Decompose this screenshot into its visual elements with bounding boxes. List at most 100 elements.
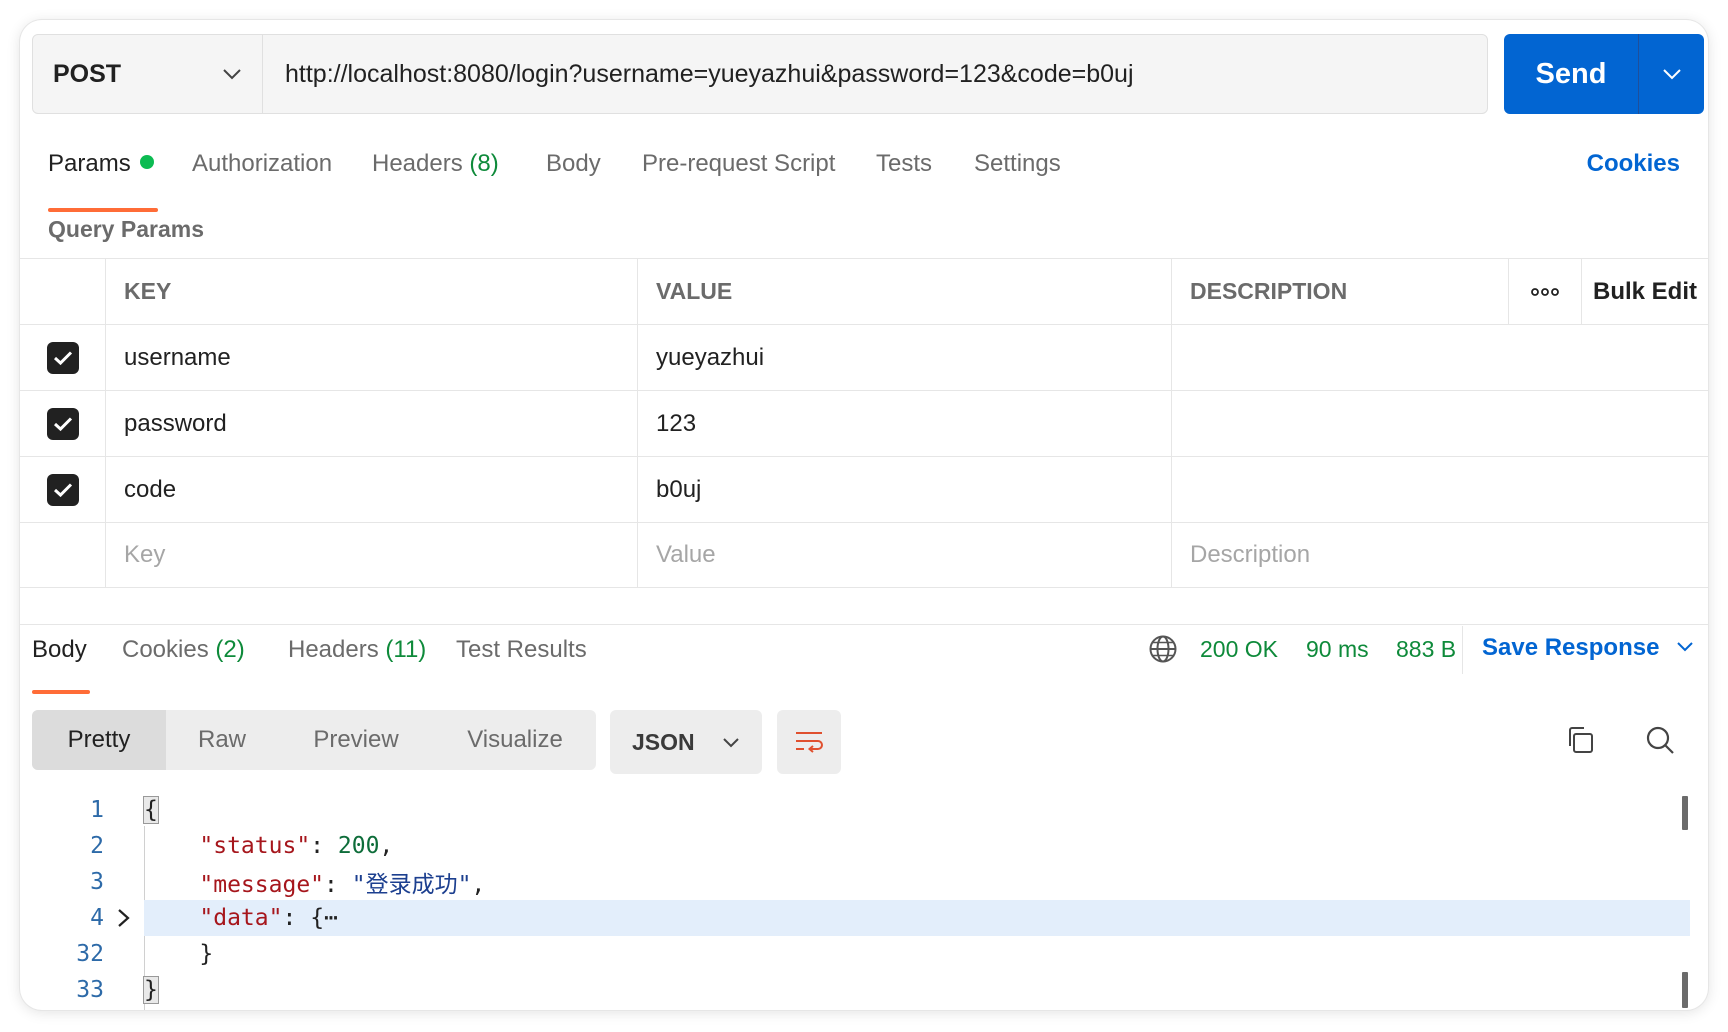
param-description[interactable] — [1172, 391, 1708, 456]
response-time[interactable]: 90 ms — [1306, 636, 1369, 663]
tab-pre-request-script[interactable]: Pre-request Script — [642, 150, 835, 178]
code-line-highlighted[interactable]: 4 "data": {⋯ — [20, 900, 1708, 936]
param-description[interactable] — [1172, 325, 1708, 390]
send-button[interactable]: Send — [1504, 34, 1638, 114]
chevron-down-icon — [723, 737, 739, 747]
method-label: POST — [53, 59, 122, 88]
column-header-value: VALUE — [638, 259, 1172, 324]
scrollbar-thumb-top[interactable] — [1682, 796, 1688, 830]
tab-body[interactable]: Body — [546, 150, 601, 178]
view-preview[interactable]: Preview — [278, 710, 434, 770]
code-text: } — [144, 941, 213, 967]
method-select[interactable]: POST — [33, 35, 263, 113]
new-value-input[interactable]: Value — [638, 523, 1172, 587]
save-response-label: Save Response — [1482, 634, 1660, 661]
code-line: 32 } — [20, 936, 1708, 972]
scrollbar-thumb-bottom[interactable] — [1682, 972, 1688, 1008]
search-button[interactable] — [1644, 724, 1676, 761]
globe-icon[interactable] — [1148, 634, 1178, 664]
tab-authorization[interactable]: Authorization — [192, 150, 332, 178]
code-line: 3 "message": "登录成功", — [20, 864, 1708, 900]
table-row: username yueyazhui — [20, 324, 1708, 390]
line-number: 33 — [76, 977, 104, 1003]
query-params-table: KEY VALUE DESCRIPTION Bulk Edit username… — [20, 258, 1708, 588]
param-value[interactable]: 123 — [638, 391, 1172, 456]
new-key-input[interactable]: Key — [106, 523, 638, 587]
param-key[interactable]: username — [106, 325, 638, 390]
response-status[interactable]: 200 OK — [1200, 636, 1278, 663]
param-key[interactable]: password — [106, 391, 638, 456]
response-tab-cookies[interactable]: Cookies (2) — [122, 636, 245, 664]
response-tab-headers[interactable]: Headers (11) — [288, 636, 426, 664]
url-input[interactable]: http://localhost:8080/login?username=yue… — [263, 35, 1487, 113]
send-options-button[interactable] — [1639, 34, 1704, 114]
more-options-button[interactable] — [1508, 259, 1582, 324]
response-tab-body-label: Body — [32, 636, 87, 663]
code-line: 33 } — [20, 972, 1708, 1008]
response-tab-headers-count: (11) — [385, 636, 427, 663]
request-bar: POST http://localhost:8080/login?usernam… — [32, 34, 1488, 114]
response-tab-cookies-label: Cookies — [122, 636, 209, 663]
params-active-dot — [139, 155, 154, 169]
send-button-group: Send — [1504, 34, 1704, 114]
response-size[interactable]: 883 B — [1396, 636, 1456, 663]
tab-settings[interactable]: Settings — [974, 150, 1061, 178]
tab-headers[interactable]: Headers (8) — [372, 150, 499, 178]
column-header-description: DESCRIPTION — [1190, 278, 1348, 304]
json-collapsed-value[interactable]: {⋯ — [310, 905, 338, 931]
table-row: password 123 — [20, 390, 1708, 456]
format-select[interactable]: JSON — [610, 710, 762, 774]
param-value[interactable]: b0uj — [638, 457, 1172, 522]
chevron-down-icon — [1677, 642, 1693, 652]
tab-tests[interactable]: Tests — [876, 150, 932, 178]
params-tab-underline — [48, 208, 158, 212]
code-text: "data": {⋯ — [199, 905, 338, 931]
code-text: { — [143, 796, 159, 824]
response-tab-test-results[interactable]: Test Results — [456, 636, 587, 664]
chevron-right-icon[interactable] — [116, 907, 132, 929]
search-icon — [1646, 726, 1674, 754]
row-checkbox[interactable] — [46, 341, 79, 374]
check-icon — [53, 482, 72, 497]
param-description[interactable] — [1172, 457, 1708, 522]
param-key[interactable]: code — [106, 457, 638, 522]
tab-tests-label: Tests — [876, 150, 933, 177]
tab-params[interactable]: Params — [48, 150, 154, 178]
tab-settings-label: Settings — [974, 150, 1061, 177]
code-text: "message": "登录成功", — [199, 872, 486, 898]
tab-headers-count: (8) — [469, 150, 499, 177]
row-checkbox-cell — [20, 325, 106, 390]
save-response-button[interactable]: Save Response — [1482, 634, 1694, 662]
response-tab-headers-label: Headers — [288, 636, 379, 663]
check-icon — [53, 416, 72, 431]
row-checkbox[interactable] — [46, 473, 79, 506]
param-value[interactable]: yueyazhui — [638, 325, 1172, 390]
row-checkbox-cell — [20, 523, 106, 587]
view-raw[interactable]: Raw — [166, 710, 278, 770]
postman-window: POST http://localhost:8080/login?usernam… — [20, 20, 1708, 1010]
chevron-down-icon — [223, 69, 241, 80]
more-icon — [1531, 287, 1559, 296]
query-params-title: Query Params — [48, 216, 204, 242]
line-number: 2 — [90, 833, 104, 859]
copy-button[interactable] — [1564, 724, 1596, 761]
bulk-edit-button[interactable]: Bulk Edit — [1582, 259, 1708, 324]
row-checkbox[interactable] — [46, 407, 79, 440]
cookies-link[interactable]: Cookies — [1587, 150, 1680, 178]
format-label: JSON — [632, 728, 695, 755]
column-header-key: KEY — [106, 259, 638, 324]
response-tab-test-results-label: Test Results — [456, 636, 587, 663]
json-key: "status" — [199, 833, 311, 859]
json-key: "data" — [199, 905, 283, 931]
brace-close: } — [143, 976, 159, 1004]
view-visualize[interactable]: Visualize — [434, 710, 596, 770]
line-number: 4 — [90, 905, 104, 931]
request-tabs: Params Authorization Headers (8) Body Pr… — [20, 150, 1708, 210]
response-tab-cookies-count: (2) — [215, 636, 245, 663]
view-pretty[interactable]: Pretty — [32, 710, 166, 770]
row-checkbox-cell — [20, 457, 106, 522]
wrap-lines-button[interactable] — [777, 710, 841, 774]
new-description-input[interactable]: Description — [1172, 523, 1708, 587]
response-tab-body[interactable]: Body — [32, 636, 87, 664]
row-checkbox-cell — [20, 391, 106, 456]
